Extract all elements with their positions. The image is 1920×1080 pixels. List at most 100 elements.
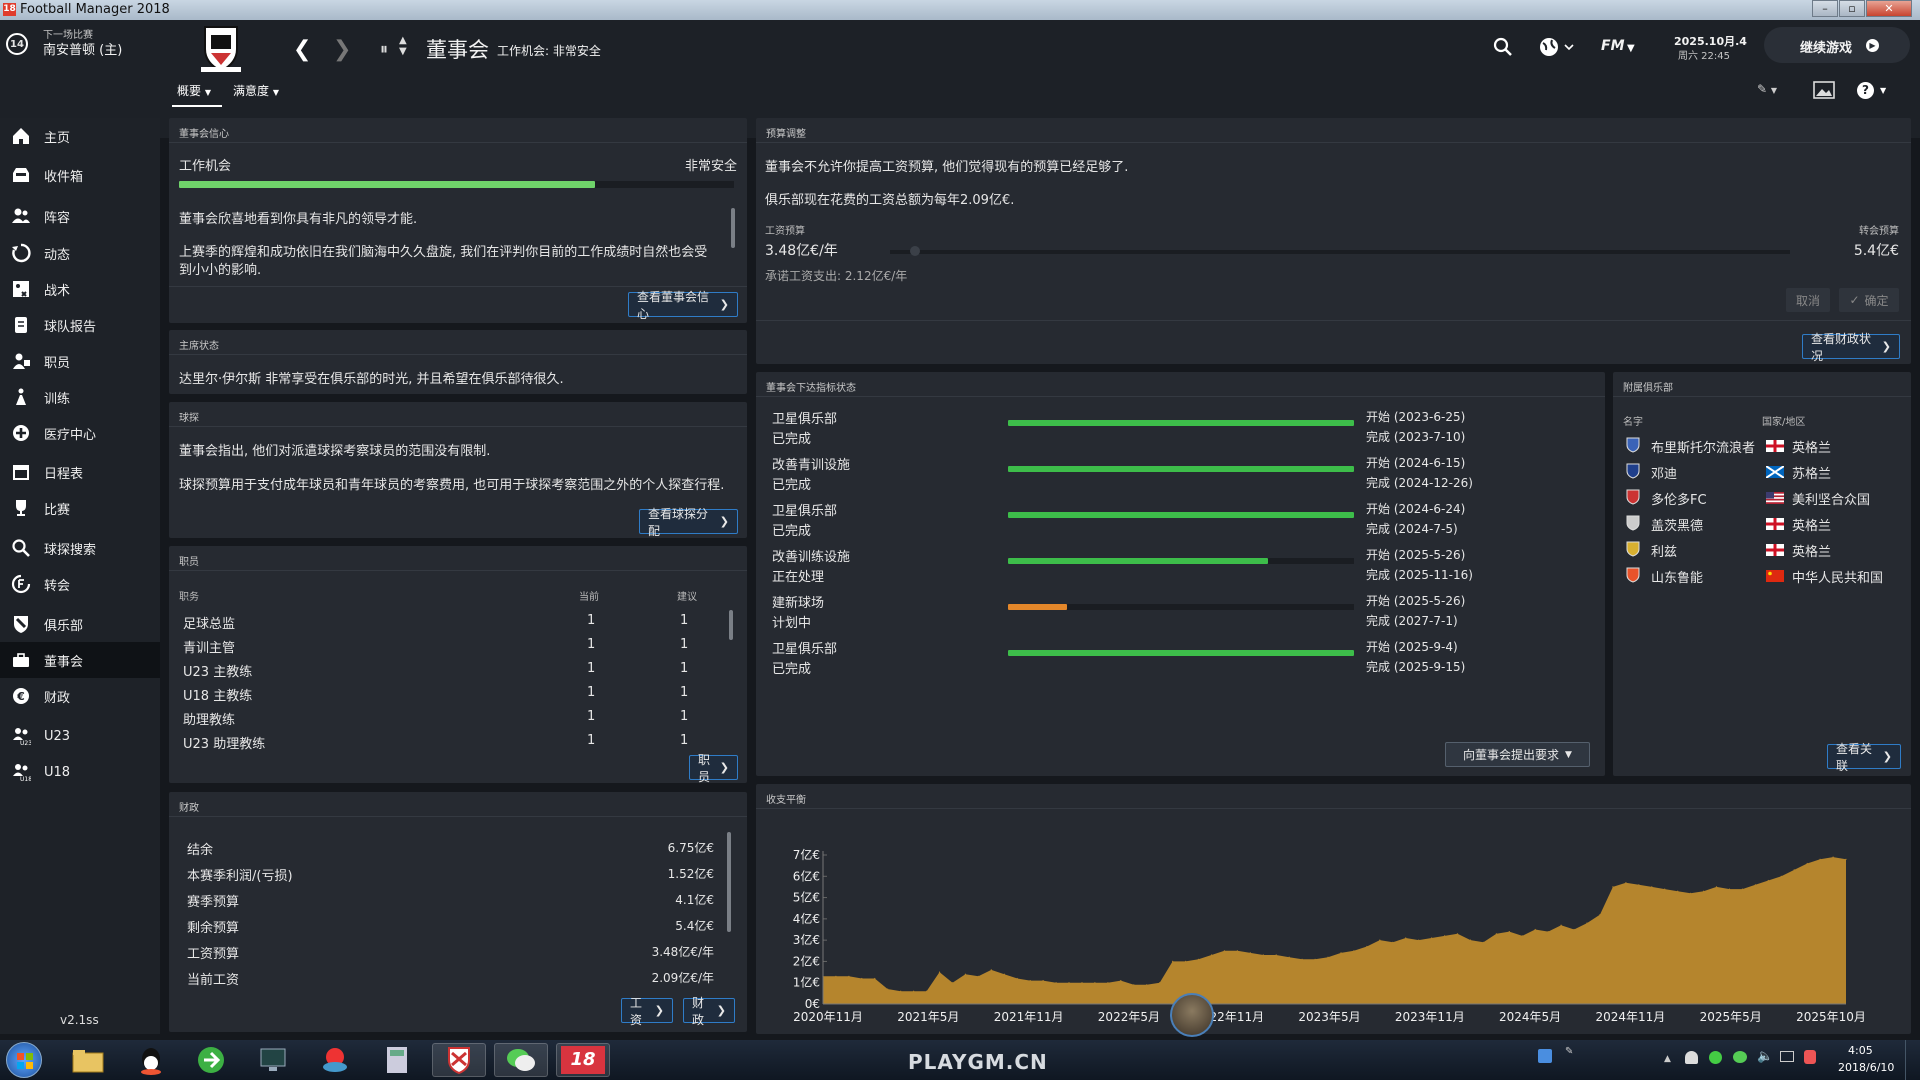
manager-avatar[interactable] [1170,993,1214,1037]
panel-title: 董事会信心 [179,129,229,140]
fm2018-app-icon[interactable]: 18 [556,1043,610,1077]
objective-row[interactable]: 卫星俱乐部 已完成 开始 (2024-6-24) 完成 (2024-7-5) [756,500,1596,544]
tray-expand-icon[interactable]: ▲ [1664,1054,1671,1064]
image-icon[interactable] [1813,81,1835,99]
wechat-icon[interactable] [494,1043,548,1077]
sidebar-item-u23[interactable]: U23 U23 [0,718,160,754]
view-board-confidence-button[interactable]: 查看董事会信心 ❯ [628,290,738,321]
tray-network-icon[interactable] [1780,1051,1794,1062]
table-row[interactable]: 布里斯托尔流浪者 英格兰 [1613,434,1911,456]
staff-button[interactable]: 职员 ❯ [689,753,738,784]
objective-row[interactable]: 建新球场 计划中 开始 (2025-5-26) 完成 (2027-7-1) [756,592,1596,636]
continue-button[interactable]: 继续游戏 ▶ [1764,27,1910,63]
club-name[interactable]: 利兹 [1651,541,1677,560]
minimize-button[interactable]: – [1812,0,1838,17]
scrollbar[interactable] [731,208,735,248]
start-button[interactable] [6,1042,42,1078]
sidebar-item-trophy[interactable]: 比赛 [0,490,160,526]
tray-app-icon[interactable] [1538,1049,1552,1063]
close-button[interactable]: ✕ [1866,0,1912,17]
sidebar-item-board[interactable]: 董事会 [0,642,160,678]
table-row[interactable]: 盖茨黑德 英格兰 [1613,512,1911,534]
sidebar-item-training[interactable]: 训练 [0,379,160,415]
back-button[interactable]: ❮ [293,37,311,62]
objective-row[interactable]: 卫星俱乐部 已完成 开始 (2025-9-4) 完成 (2025-9-15) [756,638,1596,682]
tab-overview[interactable]: 概要 ▼ [177,82,211,99]
tray-wechat-icon[interactable] [1733,1051,1747,1063]
search-icon[interactable] [1493,37,1513,57]
explorer-icon[interactable] [61,1043,115,1077]
view-affiliations-button[interactable]: 查看关联 ❯ [1827,742,1901,773]
sort-updown-icon[interactable]: ▲ ▼ [399,35,407,57]
scrollbar[interactable] [729,610,733,640]
club-name[interactable]: 邓迪 [1651,463,1677,482]
confirm-button[interactable]: ✓ 确定 [1839,288,1899,312]
help-chevron-icon[interactable]: ▼ [1880,86,1886,95]
sidebar-item-transfer[interactable]: 转会 [0,566,160,602]
sidebar-item-finance[interactable]: € 财政 [0,678,160,714]
table-row[interactable]: 足球总监 1 1 [169,610,729,632]
tab-satisfaction[interactable]: 满意度 ▼ [233,82,279,99]
show-desktop-button[interactable] [1905,1040,1920,1080]
tray-pen-icon[interactable]: ✎ [1565,1046,1573,1057]
table-row[interactable]: U18 主教练 1 1 [169,682,729,704]
club-name[interactable]: 布里斯托尔流浪者 [1651,437,1755,456]
make-request-button[interactable]: 向董事会提出要求 ▼ [1445,742,1590,767]
sidebar-item-search[interactable]: 球探搜索 [0,530,160,566]
scrollbar[interactable] [727,832,731,932]
sidebar-item-dynamics[interactable]: 动态 [0,235,160,271]
view-scouting-button[interactable]: 查看球探分配 ❯ [639,507,738,538]
table-row[interactable]: 邓迪 苏格兰 [1613,460,1911,482]
budget-slider-track[interactable] [890,250,1790,254]
sidebar-item-staff[interactable]: 职员 [0,343,160,379]
sidebar-item-tactics[interactable]: 战术 [0,271,160,307]
budget-slider-handle[interactable] [910,246,920,256]
tray-green-icon[interactable] [1709,1051,1722,1064]
finance-button[interactable]: 财政 ❯ [683,996,735,1027]
forward-button[interactable]: ❯ [333,37,351,62]
globe-icon[interactable] [1538,36,1576,58]
calculator-icon[interactable] [370,1043,424,1077]
table-row[interactable]: 山东鲁能 中华人民共和国 [1613,564,1911,586]
tray-volume-icon[interactable]: 🔈 [1757,1049,1773,1064]
qq-icon[interactable] [124,1043,178,1077]
objective-row[interactable]: 改善青训设施 已完成 开始 (2024-6-15) 完成 (2024-12-26) [756,454,1596,498]
sidebar-item-inbox[interactable]: 收件箱 [0,157,160,193]
sidebar-item-medical[interactable]: 医疗中心 [0,415,160,451]
fm-menu-chevron-icon[interactable]: ▼ [1627,43,1635,54]
sidebar-item-home[interactable]: 主页 [0,118,160,154]
edit-pen-icon[interactable]: ✎ ▼ [1757,82,1777,96]
game-app-icon[interactable] [308,1043,362,1077]
club-crest-icon[interactable] [195,23,247,73]
window-title-bar: 18 Football Manager 2018 – ▫ ✕ [0,0,1920,20]
sidebar-item-report[interactable]: 球队报告 [0,307,160,343]
club-name[interactable]: 山东鲁能 [1651,567,1703,586]
sidebar-item-club[interactable]: 俱乐部 [0,606,160,642]
table-row[interactable]: 助理教练 1 1 [169,706,729,728]
pause-icon[interactable]: ⏸ [380,39,388,59]
table-row[interactable]: 利兹 英格兰 [1613,538,1911,560]
cancel-button[interactable]: 取消 [1786,288,1830,312]
view-finance-status-button[interactable]: 查看财政状况 ❯ [1802,332,1900,363]
sidebar-item-u18[interactable]: U18 U18 [0,754,160,790]
club-name[interactable]: 盖茨黑德 [1651,515,1703,534]
tray-security-icon[interactable] [1804,1050,1816,1064]
sidebar-item-calendar[interactable]: 日程表 [0,454,160,490]
table-row[interactable]: 青训主管 1 1 [169,634,729,656]
next-match-team[interactable]: 南安普顿 (主) [43,39,122,58]
fm-menu-label[interactable]: FM [1601,38,1625,54]
sidebar-item-squad[interactable]: 阵容 [0,198,160,234]
table-row[interactable]: U23 主教练 1 1 [169,658,729,680]
browser-icon[interactable] [184,1043,238,1077]
maximize-button[interactable]: ▫ [1839,0,1865,17]
table-row[interactable]: U23 助理教练 1 1 [169,730,729,752]
fm-crest-app-icon[interactable] [432,1043,486,1077]
monitor-icon[interactable] [246,1043,300,1077]
objective-row[interactable]: 改善训练设施 正在处理 开始 (2025-5-26) 完成 (2025-11-16) [756,546,1596,590]
wage-button[interactable]: 工资 ❯ [621,996,673,1027]
objective-row[interactable]: 卫星俱乐部 已完成 开始 (2023-6-25) 完成 (2023-7-10) [756,408,1596,452]
tray-bell-icon[interactable] [1685,1051,1698,1064]
table-row[interactable]: 多伦多FC 美利坚合众国 [1613,486,1911,508]
help-icon[interactable]: ? [1857,82,1874,99]
club-name[interactable]: 多伦多FC [1651,489,1707,508]
